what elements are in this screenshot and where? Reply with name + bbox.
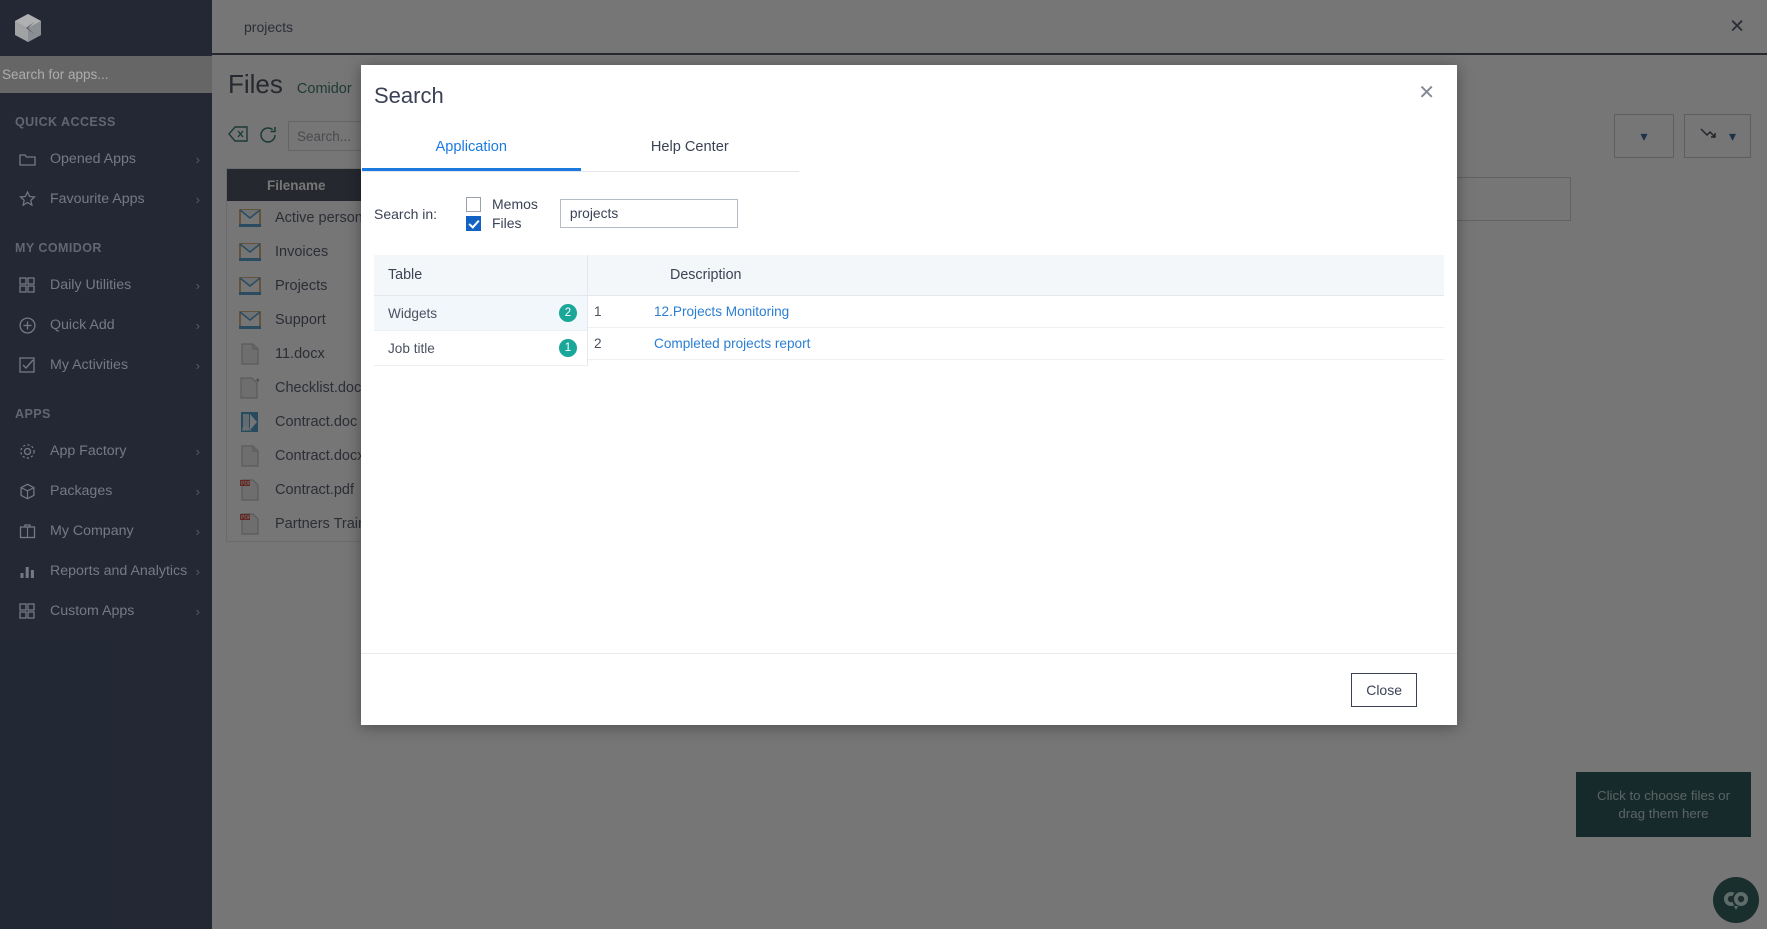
list-item[interactable]: 1 12.Projects Monitoring bbox=[588, 296, 1444, 328]
results-description-column: Description 1 12.Projects Monitoring 2 C… bbox=[588, 255, 1444, 366]
memos-checkbox[interactable] bbox=[466, 196, 481, 212]
search-controls: Search in: Memos Files bbox=[361, 172, 1457, 231]
modal-title: Search bbox=[374, 83, 444, 108]
modal-footer: Close bbox=[361, 653, 1457, 725]
result-index: 1 bbox=[594, 304, 602, 319]
search-in-label: Search in: bbox=[374, 205, 438, 222]
result-index: 2 bbox=[594, 336, 602, 351]
list-item[interactable]: 2 Completed projects report bbox=[588, 328, 1444, 360]
table-group-name: Job title bbox=[388, 340, 435, 356]
app-root: QUICK ACCESS Opened Apps › Favourite App… bbox=[0, 0, 1767, 929]
results-table-column: Table Widgets 2 Job title 1 bbox=[374, 255, 587, 366]
search-query-input[interactable] bbox=[559, 199, 738, 228]
column-header-description: Description bbox=[588, 255, 1444, 296]
search-modal: Search ✕ Application Help Center Search … bbox=[361, 65, 1457, 725]
tab-application[interactable]: Application bbox=[362, 127, 581, 171]
files-label: Files bbox=[492, 215, 522, 231]
column-header-table: Table bbox=[374, 255, 587, 296]
results-area: Table Widgets 2 Job title 1 Description … bbox=[374, 255, 1444, 366]
table-row[interactable]: Job title 1 bbox=[374, 331, 587, 366]
memos-label: Memos bbox=[492, 196, 538, 212]
close-button[interactable]: Close bbox=[1351, 672, 1417, 707]
count-badge: 2 bbox=[559, 304, 577, 322]
table-row[interactable]: Widgets 2 bbox=[374, 296, 587, 331]
search-scope-group: Memos Files bbox=[466, 196, 538, 231]
count-badge: 1 bbox=[559, 339, 577, 357]
table-group-name: Widgets bbox=[388, 305, 438, 321]
overlay-dim-sidebar bbox=[0, 0, 212, 929]
result-link[interactable]: 12.Projects Monitoring bbox=[654, 304, 789, 319]
checkbox-row-files[interactable]: Files bbox=[466, 215, 538, 231]
result-link[interactable]: Completed projects report bbox=[654, 336, 810, 351]
modal-header: Search ✕ bbox=[361, 65, 1457, 127]
files-checkbox[interactable] bbox=[466, 215, 481, 231]
close-icon[interactable]: ✕ bbox=[1418, 83, 1435, 103]
tab-help-center[interactable]: Help Center bbox=[581, 127, 800, 171]
modal-tabs: Application Help Center bbox=[362, 127, 799, 172]
checkbox-row-memos[interactable]: Memos bbox=[466, 196, 538, 212]
